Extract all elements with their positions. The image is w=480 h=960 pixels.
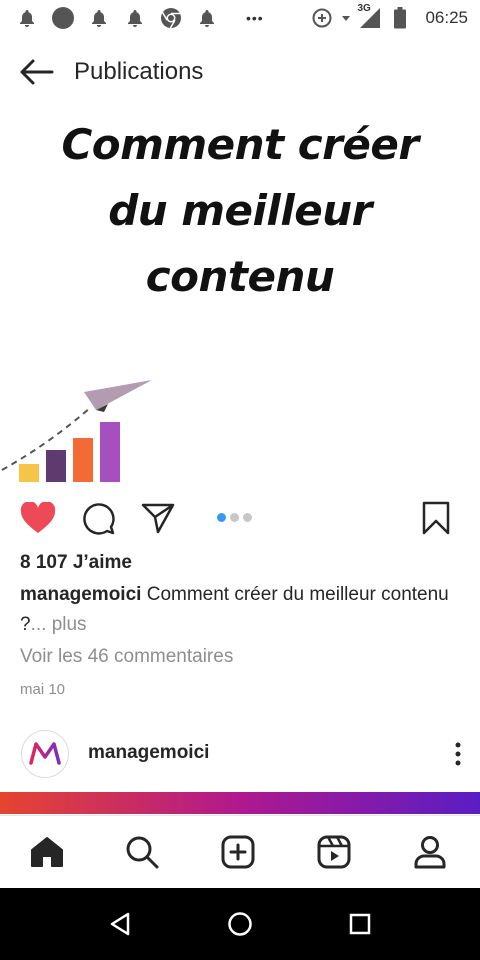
page-title: Publications	[74, 58, 204, 85]
system-back-button[interactable]	[102, 906, 138, 942]
nav-search[interactable]	[122, 832, 162, 872]
notification-bell-icon	[16, 7, 38, 29]
headline-line: du meilleur	[108, 186, 372, 235]
next-post-username[interactable]: managemoici	[88, 742, 209, 764]
post-caption: managemoici Comment créer du meilleur co…	[20, 580, 460, 640]
caption-username[interactable]: managemoici	[20, 584, 141, 605]
post-options-button[interactable]	[440, 734, 476, 774]
carousel-dot	[243, 513, 252, 522]
status-bar: ••• 3G 06:25	[0, 0, 480, 36]
headline-line: Comment créer	[61, 120, 419, 169]
profile-icon	[414, 836, 446, 869]
app-header: Publications	[0, 44, 480, 100]
managemoici-logo-icon	[29, 742, 61, 765]
signal-icon: 3G	[357, 3, 381, 29]
paper-plane-share-icon	[141, 503, 175, 534]
search-icon	[126, 836, 159, 869]
home-circle-icon	[228, 912, 252, 936]
chart-bar	[100, 422, 120, 482]
next-post-header: managemoici	[0, 724, 480, 784]
nav-profile[interactable]	[410, 832, 450, 872]
post-image-headline: Comment créer du meilleur contenu	[0, 112, 480, 310]
like-button[interactable]	[18, 498, 58, 538]
post-image[interactable]: Comment créer du meilleur contenu	[0, 104, 480, 488]
bottom-navigation	[0, 815, 480, 888]
chart-bar	[46, 450, 66, 482]
notification-bell-icon	[88, 7, 110, 29]
recents-icon	[349, 913, 371, 935]
notification-icons: •••	[16, 7, 264, 29]
back-arrow-icon	[20, 59, 54, 85]
post-actions	[0, 496, 480, 540]
reels-icon	[317, 835, 351, 869]
heart-icon	[20, 502, 56, 533]
back-icon	[110, 912, 130, 936]
wifi-arrow-icon	[341, 7, 351, 29]
system-recents-button[interactable]	[342, 906, 378, 942]
network-type: 3G	[357, 3, 371, 14]
carousel-dot	[230, 513, 239, 522]
comment-bubble-icon	[83, 503, 115, 535]
nav-home[interactable]	[27, 832, 67, 872]
home-icon	[31, 837, 63, 867]
back-button[interactable]	[16, 52, 56, 92]
carousel-dot-active	[217, 513, 226, 522]
likes-count[interactable]: 8 107 J’aime	[20, 552, 132, 574]
chrome-icon	[160, 7, 182, 29]
share-button[interactable]	[138, 498, 178, 538]
clock: 06:25	[425, 8, 468, 27]
caption-more-link[interactable]: ... plus	[31, 614, 87, 635]
chart-bar	[19, 464, 39, 482]
carousel-indicator	[217, 513, 252, 522]
notification-bell-icon	[124, 7, 146, 29]
android-navigation-bar	[0, 888, 480, 960]
more-vertical-icon	[455, 742, 461, 766]
avatar[interactable]	[21, 730, 69, 778]
chart-bar	[73, 438, 93, 482]
headline-line: contenu	[145, 252, 335, 301]
view-comments-link[interactable]: Voir les 46 commentaires	[20, 646, 233, 668]
circle-avatar-icon	[52, 7, 74, 29]
post-date: mai 10	[20, 681, 66, 698]
comment-button[interactable]	[78, 498, 118, 538]
paper-plane-icon	[84, 380, 152, 410]
more-notifications-indicator: •••	[246, 10, 264, 26]
battery-icon	[389, 7, 411, 29]
save-button[interactable]	[416, 498, 456, 538]
nav-create[interactable]	[218, 832, 258, 872]
system-status: 3G 06:25	[311, 3, 468, 29]
system-home-button[interactable]	[222, 906, 258, 942]
bookmark-icon	[422, 501, 450, 535]
create-post-icon	[221, 835, 255, 869]
notification-bell-icon	[196, 7, 218, 29]
data-saver-icon	[311, 7, 333, 29]
nav-reels[interactable]	[314, 832, 354, 872]
next-post-image-preview[interactable]	[0, 792, 480, 814]
growth-chart-illustration	[1, 380, 152, 482]
